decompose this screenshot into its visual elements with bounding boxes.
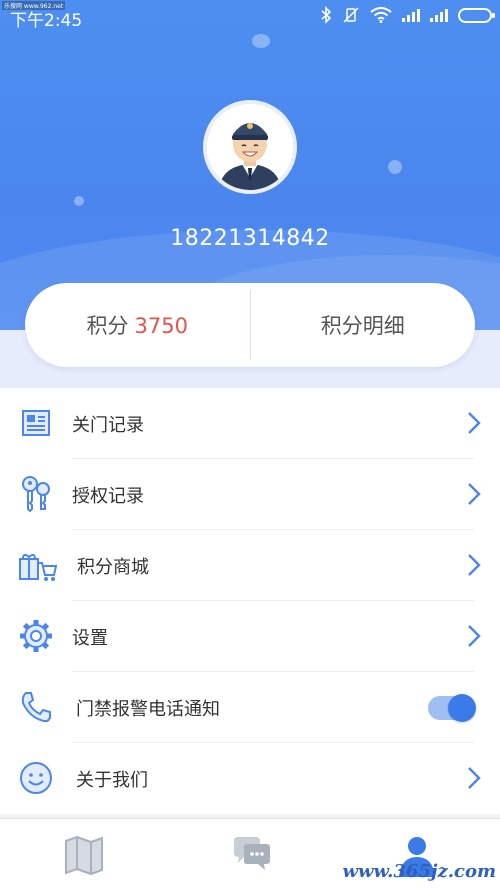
chevron-right-icon [468,483,481,505]
avatar[interactable] [203,100,297,194]
menu-list: 关门记录 授权记录 积分商城 设置 门禁报警电话通知 关于我们 [0,388,500,814]
decor-dot [74,196,84,206]
menu-item-label: 设置 [72,627,108,649]
user-phone: 18221314842 [170,226,330,251]
alarm-call-toggle[interactable] [428,694,476,722]
chevron-right-icon [468,554,481,576]
bluetooth-icon [321,6,332,24]
keys-icon [22,476,50,513]
menu-item-label: 门禁报警电话通知 [76,698,220,720]
chevron-right-icon [468,625,481,647]
tab-messages[interactable] [230,833,274,877]
menu-item-auth-record[interactable]: 授权记录 [0,459,500,530]
user-avatar-icon [207,104,293,190]
gear-icon [20,620,52,652]
wifi-icon [370,7,392,23]
toggle-knob [448,694,476,722]
signal-icon [402,8,420,22]
status-bar: 乐搜网 www.962.net 下午2:45 [0,0,500,34]
menu-item-label: 授权记录 [72,485,144,507]
menu-item-settings[interactable]: 设置 [0,601,500,672]
points-label: 积分 [86,314,129,338]
menu-item-label: 关于我们 [76,769,148,791]
bottom-tab-bar: www.365jz.com [0,818,500,888]
menu-item-alarm-call: 门禁报警电话通知 [0,672,500,743]
map-icon [65,835,103,876]
decor-dot [252,34,270,48]
smiley-icon [20,762,52,794]
tab-map[interactable] [62,833,106,877]
menu-item-label: 关门记录 [72,414,144,436]
battery-icon [458,7,495,23]
chat-icon [234,837,270,870]
points-detail-button[interactable]: 积分明细 [251,310,476,340]
vibrate-off-icon [343,7,359,23]
chevron-right-icon [468,412,481,434]
door-record-icon [22,410,50,436]
decor-dot [388,160,402,174]
gift-cart-icon [19,553,58,581]
menu-item-door-record[interactable]: 关门记录 [0,388,500,459]
menu-item-points-mall[interactable]: 积分商城 [0,530,500,601]
status-time: 下午2:45 [10,11,83,31]
screen: 乐搜网 www.962.net 下午2:45 18221314842 积分 37… [0,0,500,888]
points-summary[interactable]: 积分 3750 [25,310,250,340]
phone-icon [21,692,51,723]
menu-item-label: 积分商城 [77,556,149,578]
signal-icon [430,8,448,22]
points-card: 积分 3750 积分明细 [25,283,475,367]
chevron-right-icon [468,767,481,789]
menu-item-about-us[interactable]: 关于我们 [0,743,500,814]
points-value: 3750 [134,314,188,338]
site-watermark: www.365jz.com [342,861,496,882]
status-icons [320,6,495,24]
